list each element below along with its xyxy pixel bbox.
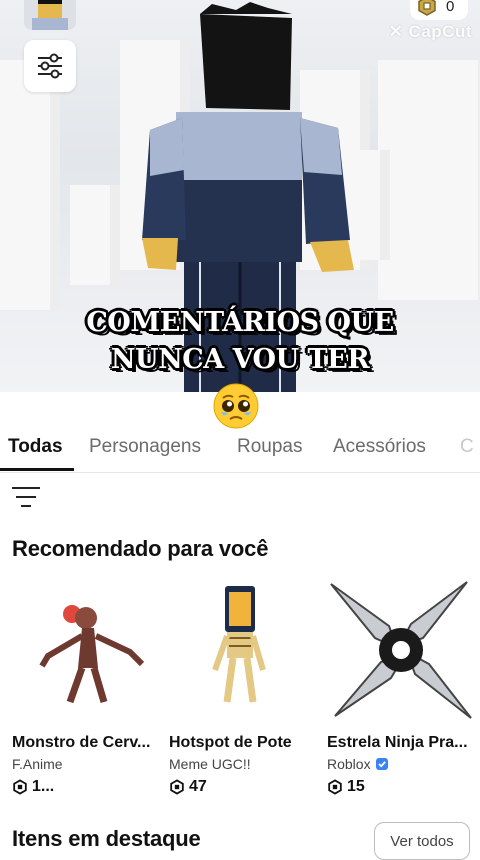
video-caption: COMENTÁRIOS QUE NUNCA VOU TER: [0, 304, 480, 378]
sliders-icon: [38, 53, 62, 79]
avatar-thumbnail-button[interactable]: [24, 0, 76, 30]
watermark-text: CapCut: [408, 22, 472, 41]
view-all-button[interactable]: Ver todos: [374, 822, 470, 860]
monster-item-image: [39, 605, 145, 704]
item-name[interactable]: Monstro de Cerv...: [12, 734, 162, 752]
robux-icon: [170, 779, 184, 795]
item-price: 1...: [12, 778, 162, 796]
price-value: 15: [347, 778, 365, 795]
item-card[interactable]: Hotspot de Pote Meme UGC!! 47: [169, 578, 319, 796]
item-thumbnail: [169, 578, 319, 724]
item-card[interactable]: Monstro de Cerv... F.Anime 1...: [12, 578, 162, 796]
robux-balance: 0: [446, 0, 455, 15]
ninja-star-item-image: [330, 581, 472, 719]
item-name[interactable]: Hotspot de Pote: [169, 734, 319, 752]
item-creator[interactable]: Meme UGC!!: [169, 756, 319, 772]
tab-todas[interactable]: Todas: [8, 436, 63, 458]
pleading-face-emoji: [213, 383, 259, 429]
tab-personagens[interactable]: Personagens: [89, 436, 201, 458]
sort-lines-icon[interactable]: [12, 486, 42, 508]
avatar-head-icon: [32, 0, 68, 30]
tab-acessorios[interactable]: Acessórios: [333, 436, 426, 458]
item-name[interactable]: Estrela Ninja Pra...: [327, 734, 477, 752]
active-tab-indicator: [0, 468, 74, 471]
capcut-logo-icon: ✕: [388, 22, 404, 41]
capcut-watermark: ✕ CapCut: [389, 22, 472, 42]
item-price: 47: [169, 778, 319, 796]
filter-button[interactable]: [24, 40, 76, 92]
caption-line-1: COMENTÁRIOS QUE: [86, 307, 394, 338]
price-value: 47: [189, 778, 207, 795]
robux-icon: [418, 0, 436, 16]
item-creator[interactable]: Roblox: [327, 756, 477, 772]
creator-name: F.Anime: [12, 756, 63, 772]
creator-name: Meme UGC!!: [169, 756, 251, 772]
item-price: 15: [327, 778, 477, 796]
tab-more[interactable]: C: [460, 436, 474, 458]
item-card[interactable]: Estrela Ninja Pra... Roblox 15: [327, 578, 477, 796]
featured-title: Itens em destaque: [12, 826, 201, 851]
robux-balance-button[interactable]: 0: [410, 0, 468, 20]
tab-roupas[interactable]: Roupas: [237, 436, 303, 458]
item-creator[interactable]: F.Anime: [12, 756, 162, 772]
hotspot-item-image: [212, 586, 266, 703]
robux-icon: [13, 779, 27, 795]
verified-badge-icon: [375, 758, 388, 770]
category-tabs: Todas Personagens Roupas Acessórios C: [0, 428, 480, 473]
item-thumbnail: [12, 578, 162, 724]
caption-line-2: NUNCA VOU TER: [110, 344, 370, 375]
recommended-title: Recomendado para você: [12, 536, 269, 561]
avatar-preview[interactable]: 0 ✕ CapCut COMENTÁRIOS QUE NUNCA VOU TER: [0, 0, 480, 392]
creator-name: Roblox: [327, 756, 371, 772]
price-value: 1...: [32, 778, 55, 795]
robux-icon: [328, 779, 342, 795]
item-thumbnail: [327, 578, 477, 724]
